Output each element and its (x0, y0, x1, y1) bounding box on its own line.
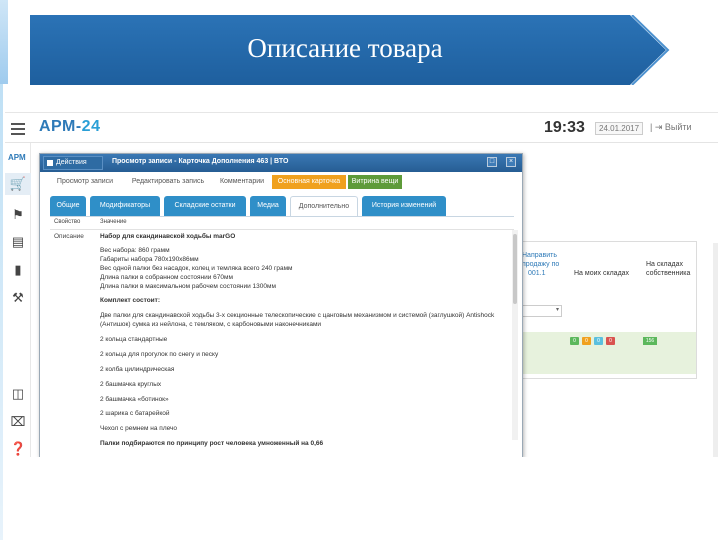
column-property: Свойство (54, 219, 81, 225)
description-line: Набор для скандинавской ходьбы marGO (100, 233, 236, 240)
description-line: Комплект состоит: (100, 297, 161, 304)
bg-col3-line1: На складах (646, 261, 683, 268)
description-line: 2 кольца для прогулок по снегу и песку (100, 351, 219, 358)
bg-select[interactable]: ▾ (522, 305, 562, 317)
stock-chip: 0 (594, 337, 603, 345)
tab-modifiers[interactable]: Модификаторы (90, 196, 160, 216)
description-line: Палки подбираются по принципу рост челов… (100, 440, 324, 447)
stock-chip: 0 (570, 337, 579, 345)
subtab-item-showcase[interactable]: Витрина вещи (348, 175, 402, 189)
description-line: Вес одной палки без насадок, колец и тем… (100, 265, 293, 272)
document-icon[interactable]: ▮ (10, 262, 26, 278)
description-line: 2 колба цилиндрическая (100, 366, 175, 373)
app-sidebar: АРМ 🛒 ⚑ ▤ ▮ ⚒ ◫ ⌧ ❓ (5, 143, 31, 457)
description-line: 2 шарика с батарейкой (100, 410, 170, 417)
modal-caption: Просмотр записи - Карточка Дополнения 46… (112, 158, 289, 165)
tab-stock[interactable]: Складские остатки (164, 196, 246, 216)
description-line: Вес набора: 860 грамм (100, 247, 170, 254)
logout-link[interactable]: | ⇥ Выйти (650, 122, 692, 133)
subtab-view-record[interactable]: Просмотр записи (50, 175, 120, 189)
description-line: Габариты набора 780x190x86мм (100, 256, 199, 263)
bg-col1-line2: продажу по (522, 261, 560, 268)
presentation-slide: Описание товара АРМ-24 19:33 24.01.2017 … (0, 0, 720, 540)
description-line: Чехол с ремнем на плечо (100, 425, 178, 432)
bg-col3-line2: собственника (646, 270, 691, 277)
scroll-thumb[interactable] (513, 234, 517, 304)
close-box-icon[interactable]: ⌧ (10, 414, 26, 430)
title-banner: Описание товара (30, 15, 670, 85)
subtab-comments[interactable]: Комментарии (214, 175, 270, 189)
list-icon[interactable]: ▤ (10, 234, 26, 250)
description-line: Длина палки в собранном состоянии 670мм (100, 274, 233, 281)
background-stock-panel: Направить продажу по 001.1 На моих склад… (517, 241, 697, 379)
description-line: Две палки для скандинавской ходьбы 3-х с… (100, 312, 495, 319)
record-view-modal: Действия Просмотр записи - Карточка Допо… (39, 153, 523, 457)
bg-col2-header: На моих складах (574, 270, 630, 277)
decor-band-top (0, 0, 8, 84)
help-icon[interactable]: ❓ (10, 441, 26, 457)
stock-chip: 0 (582, 337, 591, 345)
description-line: 2 башмачка «ботинок» (100, 396, 169, 403)
column-value: Значение (100, 219, 127, 225)
description-line: Длина палки в максимальном рабочем состо… (100, 283, 276, 290)
stock-total-chip: 156 (643, 337, 657, 345)
tab-media[interactable]: Медиа (250, 196, 286, 216)
close-icon[interactable]: × (506, 157, 516, 167)
subtab-edit-record[interactable]: Редактировать запись (124, 175, 212, 189)
tab-history[interactable]: История изменений (362, 196, 446, 216)
bg-col1-line3: 001.1 (528, 270, 546, 277)
additional-content: Свойство Значение Описание Набор для ска… (50, 216, 514, 457)
app-topbar: АРМ-24 19:33 24.01.2017 | ⇥ Выйти (5, 113, 718, 143)
subtab-main-card[interactable]: Основная карточка (272, 175, 346, 189)
property-label: Описание (54, 233, 84, 240)
clock: 19:33 (544, 119, 585, 136)
actions-button[interactable]: Действия (43, 156, 103, 170)
description-line: (Антишок) сумка из нейлона, с темляком, … (100, 321, 322, 328)
stock-chip: 0 (606, 337, 615, 345)
slide-title: Описание товара (247, 33, 443, 63)
menu-icon[interactable] (11, 123, 25, 135)
maximize-icon[interactable]: □ (487, 157, 497, 167)
page-scrollbar[interactable] (713, 243, 718, 457)
description-line: 2 башмачка круглых (100, 381, 162, 388)
modal-titlebar: Действия Просмотр записи - Карточка Допо… (40, 154, 522, 172)
decor-band-bottom (0, 84, 3, 540)
description-line: 2 кольца стандартные (100, 336, 168, 343)
wrench-icon[interactable]: ⚒ (10, 290, 26, 306)
bg-stock-row: 0 0 0 0 156 (518, 332, 696, 374)
sidebar-label: АРМ (8, 153, 26, 162)
app-logo: АРМ-24 (39, 118, 101, 135)
bg-col1-line1: Направить (522, 252, 558, 259)
header-divider (50, 229, 514, 230)
tags-icon[interactable]: ⚑ (10, 207, 26, 223)
tab-additional[interactable]: Дополнительно (290, 196, 358, 216)
date-field: 24.01.2017 (595, 122, 644, 135)
cart-icon[interactable]: 🛒 (5, 173, 31, 195)
tab-general[interactable]: Общие (50, 196, 86, 216)
actions-icon (47, 160, 53, 166)
app-screenshot: АРМ-24 19:33 24.01.2017 | ⇥ Выйти АРМ 🛒 … (5, 112, 718, 457)
monitors-icon[interactable]: ◫ (10, 386, 26, 402)
modal-scrollbar[interactable] (512, 230, 518, 440)
